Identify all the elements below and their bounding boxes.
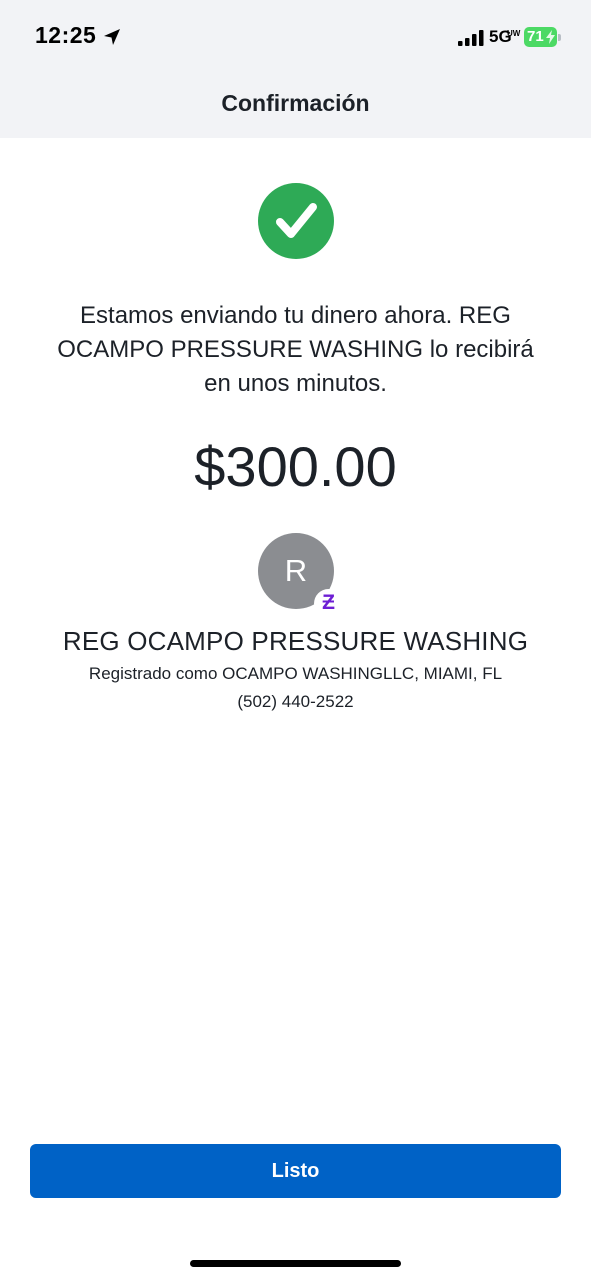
bolt-icon [546,30,555,44]
top-area: 12:25 5G UW 71 Confirmación [0,0,591,138]
battery-level: 71 [527,28,544,45]
battery-tip [558,34,561,41]
checkmark-icon [276,203,317,238]
network-sub-label: UW [507,29,521,38]
recipient-phone: (502) 440-2522 [237,692,354,711]
recipient-registered-as: Registrado como OCAMPO WASHINGLLC, MIAMI… [88,664,503,683]
status-time: 12:25 [35,22,97,48]
location-arrow-icon [104,29,120,45]
done-button[interactable]: Listo [30,1144,561,1198]
zelle-icon: Ƶ [314,589,343,618]
recipient-name: REG OCAMPO PRESSURE WASHING [62,626,529,656]
avatar-initial: R [284,553,308,588]
checkmark-circle-icon [258,183,334,259]
battery-charging-icon: 71 [524,27,557,47]
status-bar: 12:25 5G UW 71 [0,0,591,76]
page-title: Confirmación [221,90,370,116]
home-indicator[interactable] [190,1260,401,1267]
confirmation-message: Estamos enviando tu dinero ahora. REG OC… [57,302,534,397]
battery-indicator: 71 [524,27,561,47]
cellular-signal-icon [458,30,484,46]
amount: $300.00 [194,435,397,498]
zelle-glyph: Ƶ [322,591,335,614]
